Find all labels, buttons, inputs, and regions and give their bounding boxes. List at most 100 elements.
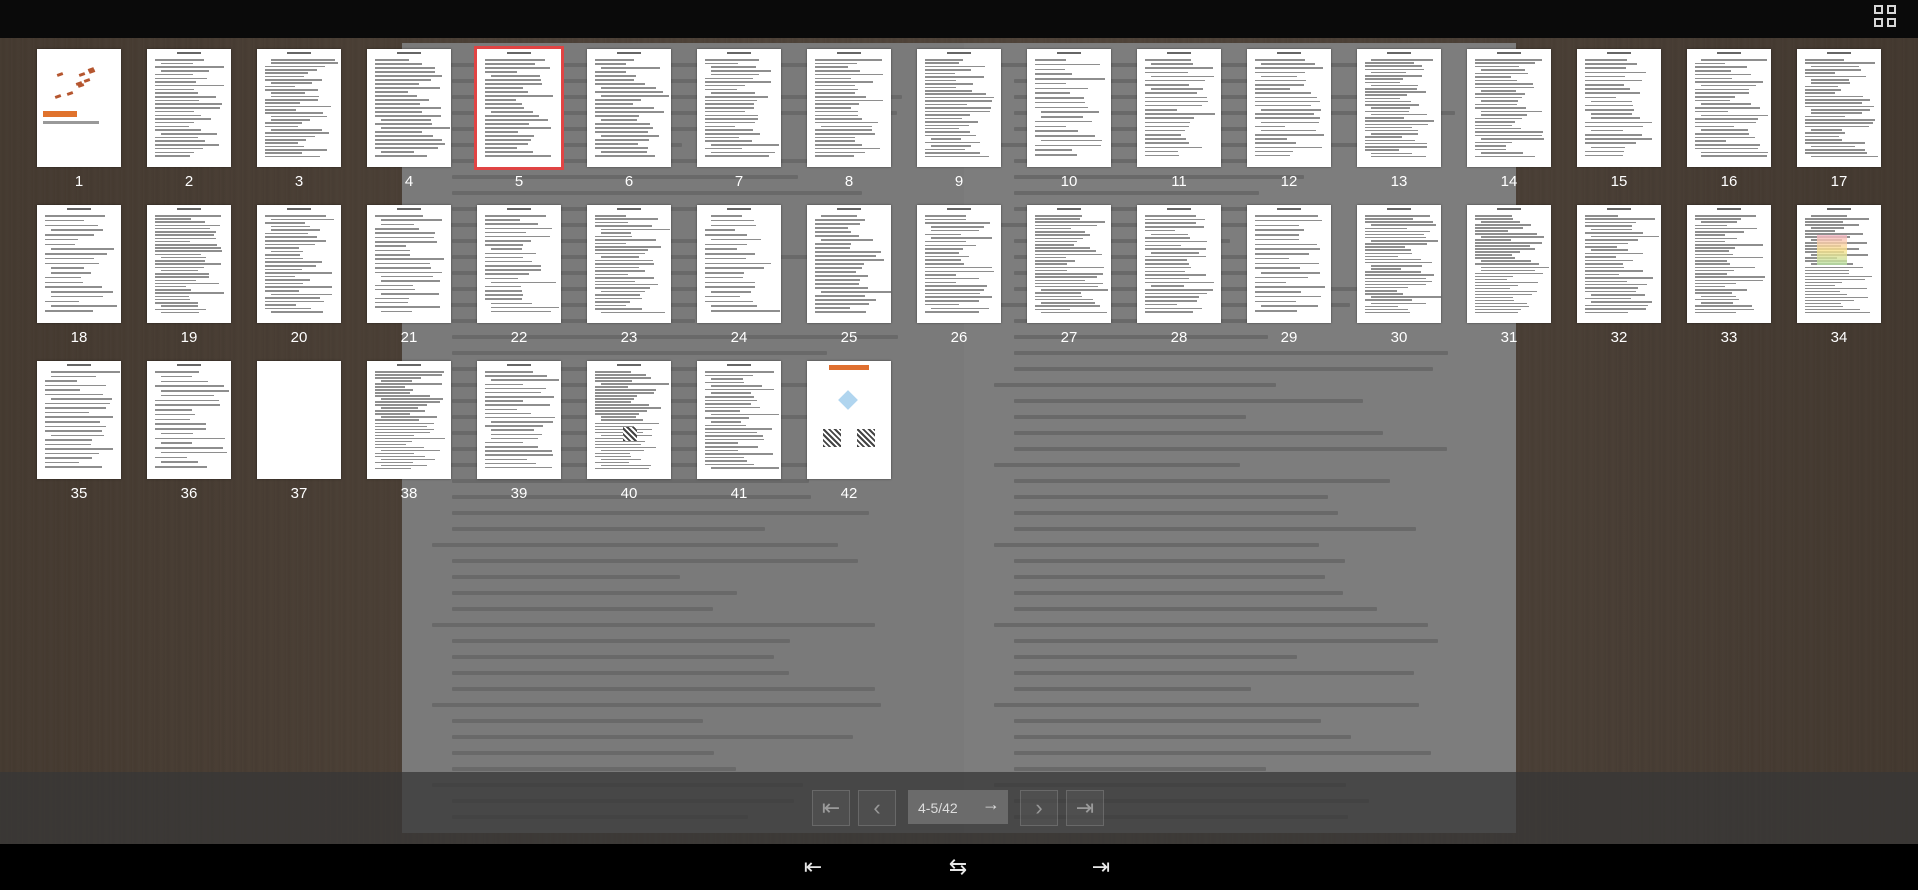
page-thumbnail[interactable]: 38 — [367, 361, 451, 502]
page-thumbnail[interactable]: 23 — [587, 205, 671, 346]
page-thumbnail[interactable]: 6 — [587, 49, 671, 190]
thumbnail-page-number: 35 — [70, 485, 88, 502]
page-thumbnail[interactable]: 5 — [474, 46, 564, 190]
page-thumbnail[interactable]: 39 — [477, 361, 561, 502]
thumbnail-page-number: 19 — [180, 329, 198, 346]
page-thumbnail[interactable]: 16 — [1687, 49, 1771, 190]
thumbnail-page-number: 36 — [180, 485, 198, 502]
thumbnail-image — [37, 361, 121, 479]
page-thumbnail[interactable]: 24 — [697, 205, 781, 346]
thumbnail-page-number: 5 — [514, 173, 524, 190]
page-thumbnail[interactable]: 21 — [367, 205, 451, 346]
page-thumbnail[interactable]: 40 — [587, 361, 671, 502]
page-thumbnail[interactable]: 3 — [257, 49, 341, 190]
page-thumbnail[interactable]: 29 — [1247, 205, 1331, 346]
page-thumbnail[interactable]: 28 — [1137, 205, 1221, 346]
page-thumbnail[interactable]: 33 — [1687, 205, 1771, 346]
thumbnail-image — [1577, 205, 1661, 323]
thumbnail-page-number: 10 — [1060, 173, 1078, 190]
last-page-icon[interactable]: ⇥ — [1086, 852, 1116, 882]
page-thumbnail[interactable]: 8 — [807, 49, 891, 190]
thumbnail-grid-icon[interactable] — [1874, 5, 1900, 31]
page-thumbnail[interactable]: 10 — [1027, 49, 1111, 190]
thumbnail-image — [147, 205, 231, 323]
thumbnail-page-number: 28 — [1170, 329, 1188, 346]
thumbnail-image — [1137, 49, 1221, 167]
page-thumbnail[interactable]: 14 — [1467, 49, 1551, 190]
flip-mode-icon[interactable]: ⇆ — [943, 852, 973, 882]
page-thumbnail[interactable]: 26 — [917, 205, 1001, 346]
thumbnail-page-number: 27 — [1060, 329, 1078, 346]
thumbnail-page-number: 33 — [1720, 329, 1738, 346]
page-thumbnail[interactable]: 32 — [1577, 205, 1661, 346]
thumbnail-page-number: 18 — [70, 329, 88, 346]
page-thumbnail[interactable]: 37 — [257, 361, 341, 502]
thumbnail-image — [1797, 205, 1881, 323]
page-thumbnail[interactable]: 7 — [697, 49, 781, 190]
thumbnail-page-number: 6 — [624, 173, 634, 190]
thumbnail-image — [697, 49, 781, 167]
thumbnail-image — [807, 361, 891, 479]
thumbnail-image — [367, 49, 451, 167]
page-thumbnail[interactable]: 17 — [1797, 49, 1881, 190]
page-thumbnail[interactable]: 22 — [477, 205, 561, 346]
page-number-box: → — [908, 790, 1008, 824]
page-thumbnail[interactable]: 36 — [147, 361, 231, 502]
page-thumbnail[interactable]: 2 — [147, 49, 231, 190]
thumbnail-image — [1137, 205, 1221, 323]
previous-page-button[interactable]: ‹ — [858, 790, 896, 826]
thumbnail-image — [697, 361, 781, 479]
page-thumbnail[interactable]: 4 — [367, 49, 451, 190]
page-thumbnail[interactable]: 1 — [37, 49, 121, 190]
bottom-toolbar: ⇤ ⇆ ⇥ — [0, 844, 1918, 890]
page-thumbnail[interactable]: 34 — [1797, 205, 1881, 346]
thumbnail-image — [37, 205, 121, 323]
thumbnail-image — [477, 361, 561, 479]
page-thumbnail[interactable]: 20 — [257, 205, 341, 346]
page-thumbnail[interactable]: 41 — [697, 361, 781, 502]
page-thumbnail[interactable]: 31 — [1467, 205, 1551, 346]
page-thumbnail[interactable]: 30 — [1357, 205, 1441, 346]
page-thumbnail[interactable]: 35 — [37, 361, 121, 502]
thumbnail-page-number: 23 — [620, 329, 638, 346]
thumbnail-page-number: 4 — [404, 173, 414, 190]
thumbnail-image — [37, 49, 121, 167]
first-page-button[interactable]: ⇤ — [812, 790, 850, 826]
page-thumbnail[interactable]: 13 — [1357, 49, 1441, 190]
thumbnail-image — [1687, 205, 1771, 323]
thumbnail-image — [367, 361, 451, 479]
thumbnail-image — [1467, 205, 1551, 323]
thumbnail-image — [1247, 49, 1331, 167]
page-thumbnail[interactable]: 15 — [1577, 49, 1661, 190]
thumbnail-image — [257, 205, 341, 323]
thumbnail-page-number: 21 — [400, 329, 418, 346]
thumbnail-page-number: 11 — [1171, 173, 1187, 190]
page-thumbnail[interactable]: 42 — [807, 361, 891, 502]
thumbnail-page-number: 22 — [510, 329, 528, 346]
go-arrow-icon[interactable]: → — [982, 794, 1000, 815]
page-thumbnail[interactable]: 18 — [37, 205, 121, 346]
page-thumbnail[interactable]: 12 — [1247, 49, 1331, 190]
page-thumbnail[interactable]: 11 — [1137, 49, 1221, 190]
thumbnail-image — [1797, 49, 1881, 167]
last-page-button[interactable]: ⇥ — [1066, 790, 1104, 826]
page-thumbnail[interactable]: 19 — [147, 205, 231, 346]
top-bar — [0, 0, 1918, 38]
thumbnail-page-number: 16 — [1720, 173, 1738, 190]
thumbnail-image — [474, 46, 564, 170]
next-page-button[interactable]: › — [1020, 790, 1058, 826]
thumbnail-page-number: 15 — [1610, 173, 1628, 190]
page-thumbnail[interactable]: 25 — [807, 205, 891, 346]
thumbnail-page-number: 40 — [620, 485, 638, 502]
thumbnail-image — [1357, 205, 1441, 323]
thumbnail-page-number: 7 — [734, 173, 744, 190]
page-thumbnail[interactable]: 27 — [1027, 205, 1111, 346]
thumbnail-page-number: 41 — [730, 485, 748, 502]
thumbnail-page-number: 17 — [1830, 173, 1848, 190]
thumbnail-image — [587, 205, 671, 323]
page-thumbnail[interactable]: 9 — [917, 49, 1001, 190]
first-page-icon[interactable]: ⇤ — [798, 852, 828, 882]
page-number-input[interactable] — [916, 796, 980, 820]
thumbnail-page-number: 39 — [510, 485, 528, 502]
thumbnail-image — [917, 49, 1001, 167]
